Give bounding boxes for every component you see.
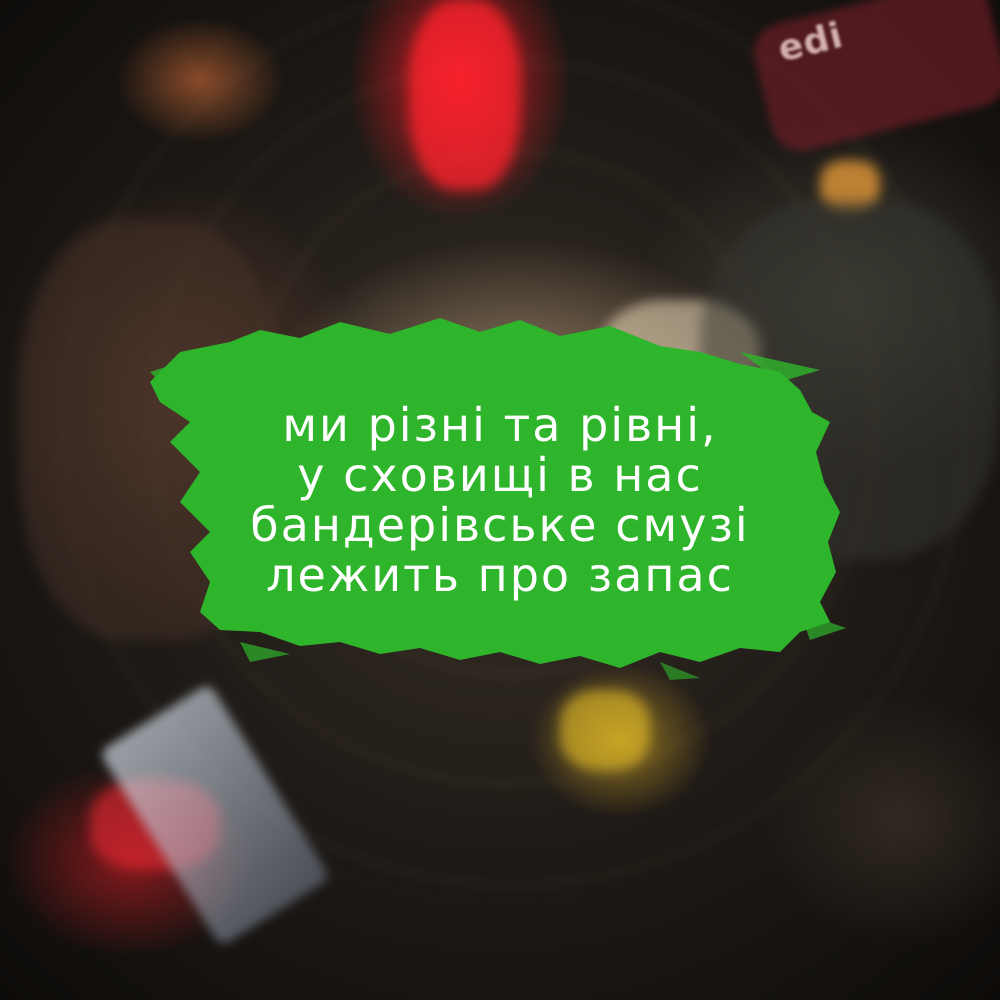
caption-line: бандерівське смузі (250, 498, 750, 552)
caption-line: лежить про запас (266, 548, 734, 602)
caption-line: у сховищі в нас (297, 448, 703, 502)
caption-line: ми різні та рівні, (282, 398, 718, 452)
red-light-streak (410, 0, 520, 190)
lyric-caption: ми різні та рівні, у сховищі в нас банде… (150, 400, 850, 600)
yellow-object (560, 690, 650, 770)
photo-background: edi ми різні та рівні, у сховищі в нас б… (0, 0, 1000, 1000)
